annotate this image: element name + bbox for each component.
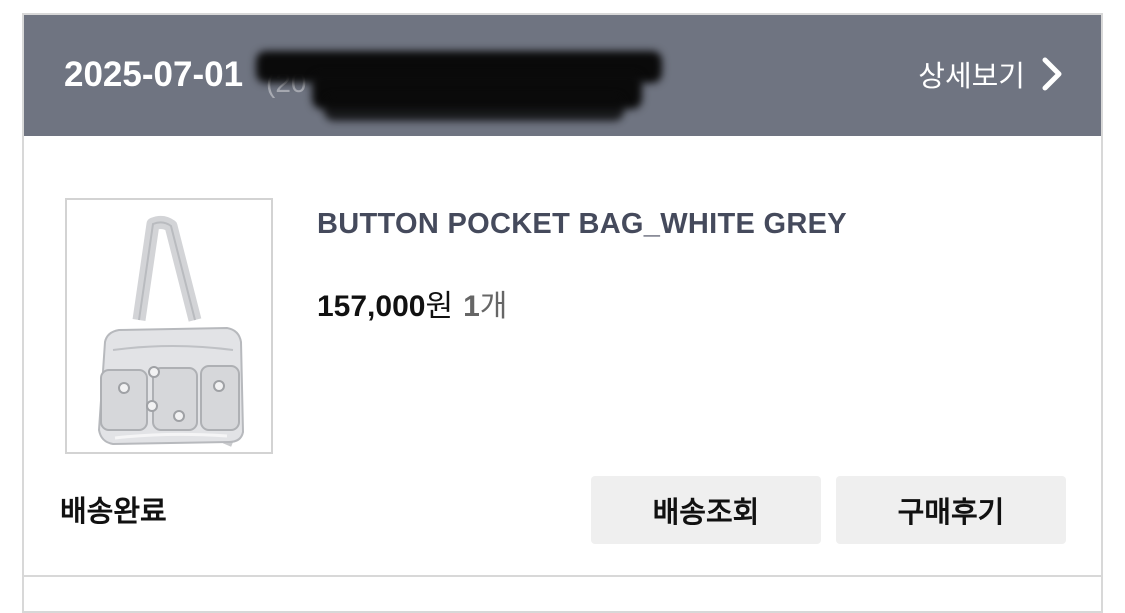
chevron-right-icon [1042,57,1062,91]
order-card: 2025-07-01 (20 상세보기 [22,13,1103,613]
quantity-unit: 개 [479,290,508,323]
product-thumbnail[interactable] [65,198,273,454]
write-review-button[interactable]: 구매후기 [836,476,1066,544]
order-header: 2025-07-01 (20 상세보기 [24,15,1101,136]
order-detail-link[interactable]: 상세보기 [918,53,1065,95]
track-delivery-button[interactable]: 배송조회 [591,476,821,544]
order-status: 배송완료 [60,496,167,528]
divider [24,575,1101,577]
quantity-value: 1 [463,290,480,323]
price-amount: 157,000 [317,290,426,323]
bag-image [97,215,245,447]
order-date: 2025-07-01 [64,55,244,94]
product-price: 157,000원 1개 [317,281,507,325]
order-detail-label: 상세보기 [918,61,1025,93]
price-currency: 원 [425,290,454,323]
product-name[interactable]: BUTTON POCKET BAG_WHITE GREY [317,208,847,241]
